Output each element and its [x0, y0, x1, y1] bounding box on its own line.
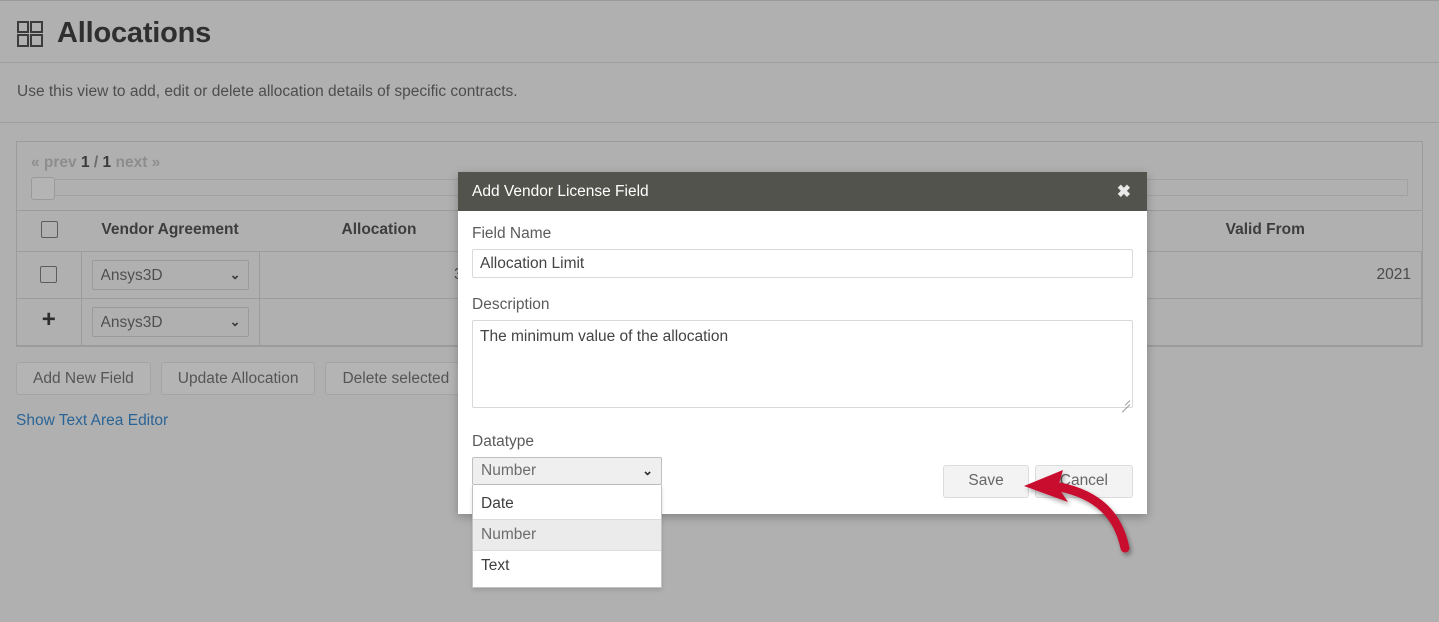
page-subtitle: Use this view to add, edit or delete all… [17, 83, 518, 100]
dialog-header: Add Vendor License Field ✖ [458, 172, 1147, 211]
row-checkbox[interactable] [40, 266, 58, 284]
pagination-total-pages: 1 [102, 154, 112, 171]
description-wrap [472, 320, 1133, 413]
datatype-option-text[interactable]: Text [473, 551, 661, 581]
add-row-plus-icon[interactable]: + [42, 308, 56, 332]
pagination-separator: / [93, 154, 99, 171]
description-textarea[interactable] [472, 320, 1133, 408]
column-header-valid-from[interactable]: Valid From [1109, 210, 1422, 252]
vendor-agreement-select-wrap: Ansys3D ⌄ [91, 260, 249, 290]
field-name-input[interactable] [472, 249, 1133, 278]
show-text-area-editor-link[interactable]: Show Text Area Editor [16, 412, 168, 430]
datatype-dropdown-button[interactable]: Number ⌄ [472, 457, 662, 485]
datatype-option-list: Date Number Text [472, 485, 662, 588]
close-icon[interactable]: ✖ [1115, 181, 1133, 202]
cell-vendor-agreement: Ansys3D ⌄ [81, 298, 260, 346]
subtitle-divider [0, 122, 1439, 123]
chevron-down-icon: ⌄ [642, 463, 653, 478]
datatype-label: Datatype [472, 433, 535, 450]
column-header-vendor-agreement[interactable]: Vendor Agreement [81, 210, 259, 252]
cell-valid-from[interactable] [1109, 298, 1422, 346]
add-new-field-button[interactable]: Add New Field [16, 362, 151, 396]
datatype-dropdown[interactable]: Number ⌄ Date Number Text [472, 457, 662, 588]
grid-icon [17, 20, 43, 47]
add-row-cell: + [17, 298, 82, 346]
datatype-option-date[interactable]: Date [473, 489, 661, 519]
page-title-row: Allocations [17, 19, 1422, 62]
dialog-title: Add Vendor License Field [472, 182, 649, 200]
select-all-cell [17, 210, 81, 252]
select-all-checkbox[interactable] [40, 221, 58, 239]
scrollbar-thumb[interactable] [31, 177, 55, 200]
vendor-agreement-select-new[interactable]: Ansys3D [91, 307, 249, 337]
delete-selected-button[interactable]: Delete selected [325, 362, 467, 396]
field-name-label: Field Name [472, 225, 552, 242]
datatype-option-number[interactable]: Number [473, 519, 661, 551]
save-button[interactable]: Save [943, 465, 1029, 498]
vendor-agreement-select[interactable]: Ansys3D [91, 260, 249, 290]
update-allocation-button[interactable]: Update Allocation [160, 362, 316, 396]
pagination-prev[interactable]: « prev [31, 154, 77, 171]
datatype-selected-value: Number [481, 462, 537, 479]
vendor-agreement-select-wrap: Ansys3D ⌄ [91, 307, 249, 337]
pagination-next[interactable]: next » [115, 154, 160, 171]
page-title: Allocations [57, 17, 212, 49]
description-label: Description [472, 296, 550, 313]
cell-valid-from[interactable]: 2021 [1109, 251, 1422, 299]
page-header: Allocations Use this view to add, edit o… [0, 1, 1439, 123]
add-vendor-license-field-dialog: Add Vendor License Field ✖ Field Name De… [458, 172, 1147, 588]
dialog-body: Field Name Description Datatype Number ⌄… [458, 211, 1147, 588]
pagination-current-page: 1 [80, 154, 90, 171]
row-select-cell [17, 251, 82, 299]
pagination: « prev 1 / 1 next » [17, 142, 1422, 172]
cell-vendor-agreement: Ansys3D ⌄ [81, 251, 260, 299]
cancel-button[interactable]: Cancel [1034, 465, 1133, 498]
